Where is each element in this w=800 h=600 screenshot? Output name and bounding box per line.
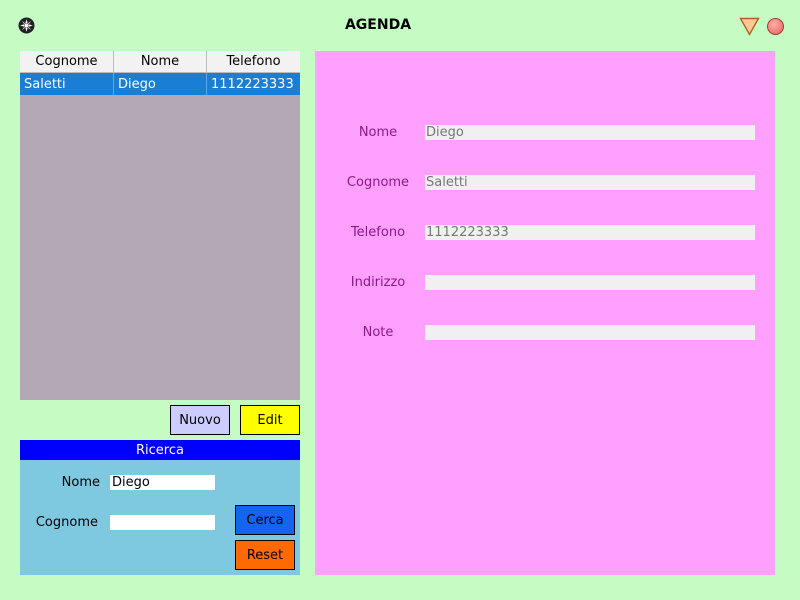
cell-telefono: 1112223333 (211, 76, 294, 92)
close-circle-icon[interactable] (767, 18, 784, 35)
cell-nome: Diego (114, 73, 207, 95)
search-cognome-label: Cognome (35, 515, 98, 530)
detail-telefono-field[interactable] (425, 225, 755, 240)
detail-note-field[interactable] (425, 325, 755, 340)
nuovo-button[interactable]: Nuovo (170, 405, 230, 435)
column-header-cognome[interactable]: Cognome (20, 51, 114, 72)
detail-note-label: Note (362, 325, 394, 340)
column-header-nome[interactable]: Nome (114, 51, 207, 72)
table-header: Cognome Nome Telefono (20, 51, 300, 73)
reset-button[interactable]: Reset (235, 540, 295, 570)
detail-indirizzo-label: Indirizzo (350, 275, 406, 290)
cerca-button[interactable]: Cerca (235, 505, 295, 535)
table-row[interactable]: Saletti Diego 1112223333 (20, 73, 300, 95)
detail-cognome-field[interactable] (425, 175, 755, 190)
detail-nome-label: Nome (358, 125, 398, 140)
window-title: AGENDA (344, 17, 412, 33)
search-panel-title: Ricerca (20, 440, 300, 460)
detail-indirizzo-field[interactable] (425, 275, 755, 290)
detail-nome-field[interactable] (425, 125, 755, 140)
detail-telefono-label: Telefono (350, 225, 406, 240)
detail-cognome-label: Cognome (346, 175, 410, 190)
contacts-table: Cognome Nome Telefono Saletti Diego 1112… (20, 51, 300, 400)
search-nome-input[interactable] (110, 475, 215, 490)
cell-cognome: Saletti (20, 73, 114, 95)
column-header-telefono[interactable]: Telefono (207, 51, 300, 72)
triangle-down-icon[interactable] (739, 17, 760, 36)
search-cognome-input[interactable] (110, 515, 215, 530)
search-nome-label: Nome (61, 475, 100, 490)
edit-button[interactable]: Edit (240, 405, 300, 435)
